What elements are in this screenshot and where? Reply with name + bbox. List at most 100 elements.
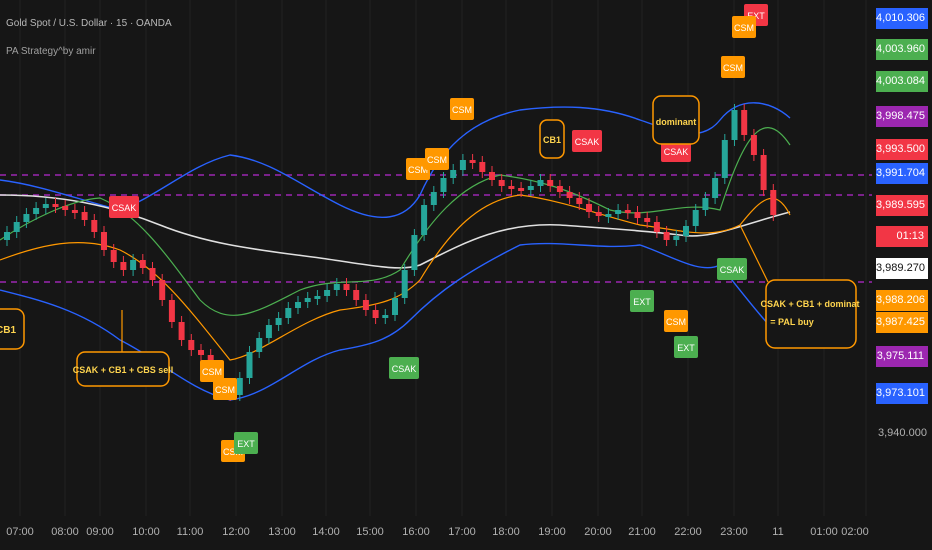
candle-body <box>362 300 369 310</box>
candle-body <box>139 260 146 268</box>
signal-label-text: CSAK <box>664 147 689 157</box>
candle-body <box>411 235 418 270</box>
annotation-sell-note: CSAK + CB1 + CBS sell <box>73 310 174 387</box>
candle-body <box>586 204 592 212</box>
time-label: 09:00 <box>86 526 114 538</box>
annotation-dominant-text: dominant <box>656 117 697 127</box>
candle-body <box>71 210 78 213</box>
time-label: 20:00 <box>584 526 612 538</box>
annotation-cb1-top-text: CB1 <box>543 135 561 145</box>
candle-body <box>508 186 515 189</box>
indicator-title[interactable]: PA Strategy^by amir <box>6 46 96 57</box>
chart-pane[interactable]: CSAK CSM CSM CSM CSAK CSAK CSM EXT CSM CSM CSM CSM E… <box>0 0 872 516</box>
time-label: 02:00 <box>841 526 869 538</box>
signal-label[interactable]: CSM <box>425 148 449 170</box>
candle-body <box>653 222 660 232</box>
candle-body <box>634 212 641 218</box>
candle-body <box>683 226 689 236</box>
candle-body <box>721 140 728 178</box>
price-tag: 3,989.270 <box>876 258 928 279</box>
annotation-buy-note-line2: = PAL buy <box>770 317 813 327</box>
time-label: 22:00 <box>674 526 702 538</box>
candle-body <box>615 210 622 214</box>
candle-body <box>663 232 670 240</box>
candle-body <box>760 155 767 190</box>
candle-body <box>304 298 311 302</box>
annotation-cb1-left: CB1 <box>0 308 25 350</box>
annotation-sell-note-text: CSAK + CB1 + CBS sell <box>73 365 174 375</box>
price-tag: 4,010.306 <box>876 8 928 29</box>
time-label: 15:00 <box>356 526 384 538</box>
signal-label[interactable]: CSAK <box>717 258 747 280</box>
candle-body <box>168 300 175 322</box>
candle-body <box>372 310 379 318</box>
candle-body <box>392 298 398 315</box>
candle-body <box>421 205 428 235</box>
time-label: 19:00 <box>538 526 566 538</box>
candle-body <box>770 190 777 215</box>
candle-body <box>178 322 185 340</box>
candle-body <box>314 296 321 299</box>
signal-label[interactable]: CSAK <box>389 357 419 379</box>
time-label: 23:00 <box>720 526 748 538</box>
candle-body <box>624 210 631 213</box>
candle-body <box>479 162 486 172</box>
price-tag: 01:13 <box>876 226 928 247</box>
signal-label[interactable]: EXT <box>630 290 654 312</box>
time-label: 07:00 <box>6 526 34 538</box>
candle-body <box>81 212 88 220</box>
candle-body <box>731 110 738 140</box>
signal-label[interactable]: CSM <box>732 16 756 38</box>
price-scale[interactable]: 4,010.306 4,003.960 4,003.084 3,998.475 3,99… <box>872 0 932 516</box>
candle-body <box>556 186 563 192</box>
candle-body <box>673 236 680 240</box>
signal-label[interactable]: CSM <box>664 310 688 332</box>
candle-body <box>285 308 292 318</box>
signal-label-text: CSM <box>215 385 235 395</box>
candle-body <box>256 338 263 352</box>
time-label: 21:00 <box>628 526 656 538</box>
signal-label[interactable]: EXT <box>674 336 698 358</box>
time-label: 12:00 <box>222 526 250 538</box>
candle-body <box>265 325 272 338</box>
price-tag: 3,989.595 <box>876 195 928 216</box>
candle-body <box>692 210 699 226</box>
candle-body <box>159 280 166 300</box>
candle-body <box>149 268 156 280</box>
price-chart[interactable]: CSAKCSMCSMCSMCSAKCSAKCSMEXTCSMCSMCSMCSME… <box>0 0 872 516</box>
signal-label[interactable]: CSAK <box>109 196 139 218</box>
signal-label[interactable]: CSM <box>450 98 474 120</box>
candle-body <box>527 186 534 190</box>
annotation-cb1-top: CB1 <box>539 119 565 159</box>
signal-label-text: CSAK <box>720 265 745 275</box>
signal-label[interactable]: CSM <box>213 378 237 400</box>
candle-body <box>712 178 719 198</box>
signal-label[interactable]: CSAK <box>572 130 602 152</box>
candle-body <box>595 212 602 216</box>
candle-body <box>498 180 505 186</box>
candle-body <box>198 350 204 355</box>
candle-body <box>537 180 544 186</box>
price-tag: 4,003.960 <box>876 39 928 60</box>
signal-label-text: EXT <box>633 297 651 307</box>
signal-label[interactable]: EXT <box>234 432 258 454</box>
candle-body <box>13 222 20 232</box>
candle-body <box>23 214 30 222</box>
signal-label-text: CSM <box>666 317 686 327</box>
candle-body <box>605 214 612 217</box>
signal-label[interactable]: CSM <box>721 56 745 78</box>
annotation-buy-note-line1: CSAK + CB1 + dominat <box>760 299 859 309</box>
candle-body <box>489 172 495 180</box>
candle-body <box>644 218 651 222</box>
candle-body <box>333 284 340 290</box>
signal-label-text: CSAK <box>575 137 600 147</box>
symbol-title[interactable]: Gold Spot / U.S. Dollar · 15 · OANDA <box>6 18 172 29</box>
time-axis[interactable]: 07:00 08:00 09:00 10:00 11:00 12:00 13:00 14:00… <box>0 516 872 550</box>
candle-body <box>52 204 59 207</box>
signal-label-text: CSM <box>452 105 472 115</box>
candle-body <box>518 188 525 191</box>
candle-body <box>702 198 709 210</box>
signal-label-text: CSM <box>427 155 447 165</box>
candle-body <box>42 204 49 208</box>
signal-label-text: CSM <box>202 367 222 377</box>
